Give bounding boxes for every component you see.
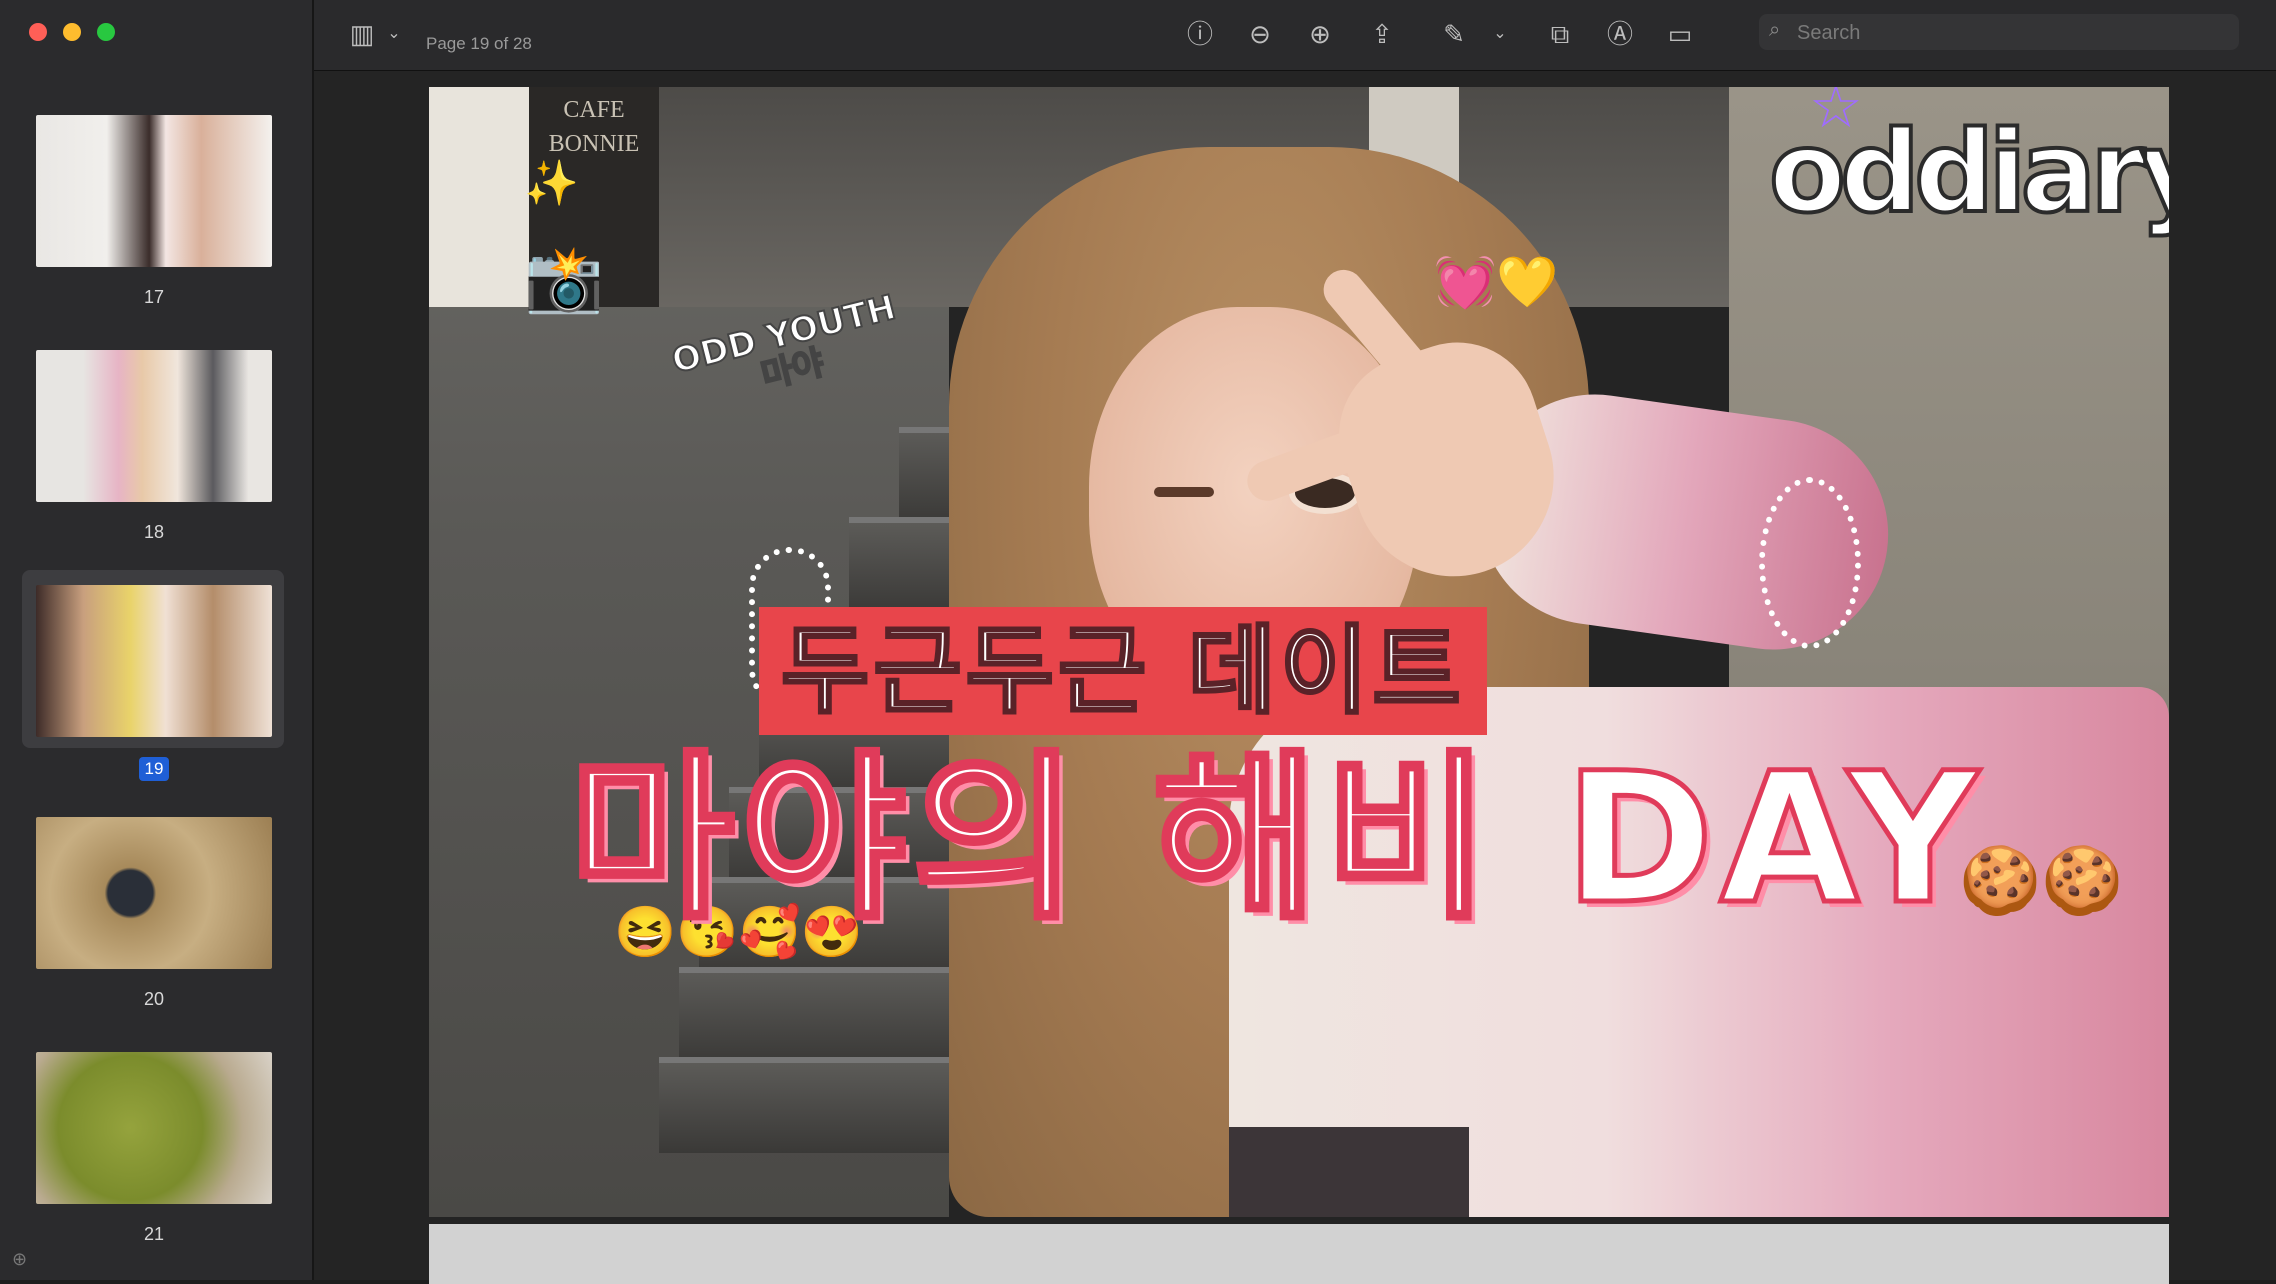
minimize-button[interactable] xyxy=(63,23,81,41)
thumbnail-sidebar: 17 18 19 20 21 ⊕ xyxy=(0,0,314,1280)
thumbnail-page-number: 19 xyxy=(36,757,272,781)
thumbnail-page-number: 18 xyxy=(143,522,165,542)
thumbnail-page-21[interactable]: 21 xyxy=(36,1052,272,1245)
thumbnail-page-number: 17 xyxy=(143,287,165,307)
share-icon[interactable]: ⇪ xyxy=(1366,18,1398,50)
chevron-down-icon[interactable]: ⌄ xyxy=(378,18,410,50)
thumbnail-image xyxy=(36,1052,272,1204)
cafe-sign-line: BONNIE xyxy=(548,131,640,157)
thumbnail-page-19[interactable]: 19 xyxy=(36,585,272,781)
document-view[interactable]: CAFE BONNIE oddiary ☆ ✨ 📸 💓💛 🍪🍪 😆😘🥰😍 ODD… xyxy=(314,71,2276,1284)
markup-pen-icon[interactable]: ✎ xyxy=(1438,18,1470,50)
person-eye xyxy=(1154,487,1214,497)
form-fill-icon[interactable]: ▭ xyxy=(1664,18,1696,50)
dotted-doodle xyxy=(1759,477,1861,649)
cafe-sign-line: CAFE xyxy=(563,97,625,123)
add-page-icon[interactable]: ⊕ xyxy=(12,1249,27,1270)
thumbnail-image xyxy=(36,817,272,969)
highlight-icon[interactable]: Ⓐ xyxy=(1604,18,1636,50)
info-icon[interactable]: ⓘ xyxy=(1184,18,1216,50)
thumbnail-image xyxy=(36,350,272,502)
zoom-out-icon[interactable]: ⊖ xyxy=(1244,18,1276,50)
search-icon: ⌕ xyxy=(1769,19,1781,41)
page-indicator: Page 19 of 28 xyxy=(426,34,532,53)
rotate-icon[interactable]: ⧉ xyxy=(1544,18,1576,50)
thumbnail-page-17[interactable]: 17 xyxy=(36,115,272,308)
person-top xyxy=(1229,1127,1469,1217)
thumbnail-image xyxy=(36,585,272,737)
title-text: 마야의 해비 DAY xyxy=(566,733,1985,947)
window-controls xyxy=(29,23,115,41)
thumbnail-page-number: 21 xyxy=(143,1224,165,1244)
thumbnail-page-18[interactable]: 18 xyxy=(36,350,272,543)
next-page-preview xyxy=(429,1224,2169,1284)
chevron-down-icon[interactable]: ⌄ xyxy=(1484,18,1516,50)
thumbnail-page-number: 20 xyxy=(143,989,165,1009)
thumbnail-image xyxy=(36,115,272,267)
zoom-in-icon[interactable]: ⊕ xyxy=(1304,18,1336,50)
camera-icon: 📸 xyxy=(524,243,604,315)
zoom-button[interactable] xyxy=(97,23,115,41)
search-placeholder: Search xyxy=(1797,22,1861,44)
sparkle-icon: ✨ xyxy=(524,159,579,208)
toolbar: ▥ ⌄ Page 19 of 28 ⓘ ⊖ ⊕ ⇪ ✎ ⌄ ⧉ Ⓐ ▭ ⌕ Se… xyxy=(314,0,2276,71)
thumbnail-page-20[interactable]: 20 xyxy=(36,817,272,1010)
selected-page-badge: 19 xyxy=(138,757,170,781)
document-page: CAFE BONNIE oddiary ☆ ✨ 📸 💓💛 🍪🍪 😆😘🥰😍 ODD… xyxy=(429,87,2169,1217)
sidebar-toggle-icon[interactable]: ▥ xyxy=(346,18,378,50)
search-field[interactable]: ⌕ Search xyxy=(1759,14,2239,50)
hearts-icon: 💓💛 xyxy=(1434,254,1559,310)
close-button[interactable] xyxy=(29,23,47,41)
star-icon: ☆ xyxy=(1809,87,1863,140)
